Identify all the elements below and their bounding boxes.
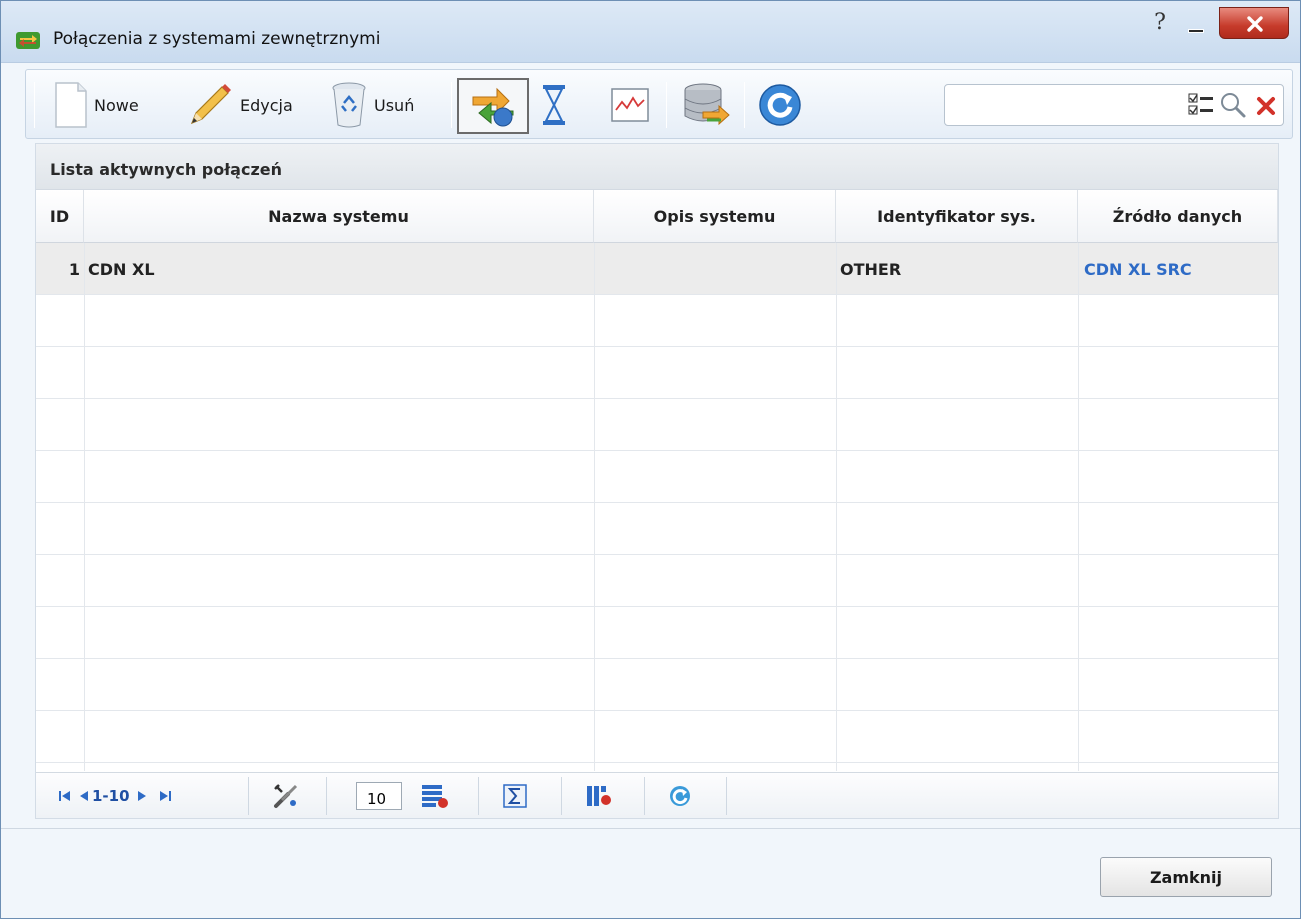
empty-row [36, 503, 1278, 555]
pager-separator [248, 777, 249, 815]
window-close-button[interactable] [1219, 7, 1289, 39]
page-range-label: 1-10 [92, 787, 130, 805]
search-box [944, 84, 1284, 126]
next-page-icon [138, 791, 146, 801]
refresh-button[interactable] [758, 70, 802, 140]
clear-search-icon[interactable] [1255, 95, 1277, 117]
delete-button-label: Usuń [374, 95, 415, 115]
empty-row [36, 399, 1278, 451]
column-divider [836, 243, 837, 771]
columns-icon [587, 786, 611, 806]
edit-button-label: Edycja [240, 95, 293, 115]
refresh-icon [759, 84, 801, 126]
delete-button[interactable]: Usuń [330, 70, 414, 140]
first-page-button[interactable] [58, 773, 72, 819]
close-icon [1247, 16, 1263, 32]
rows-list-icon [422, 785, 448, 808]
footer-divider [1, 828, 1300, 829]
column-header-identifier[interactable]: Identyfikator sys. [836, 190, 1078, 243]
column-header-source[interactable]: Źródło danych [1078, 190, 1278, 243]
search-input[interactable] [951, 91, 1151, 119]
tools-icon [274, 784, 298, 808]
pencil-icon [190, 84, 231, 125]
page-size-control [356, 773, 402, 819]
first-page-icon [59, 791, 70, 801]
page-size-input[interactable] [356, 782, 402, 810]
pager-separator [644, 777, 645, 815]
cell-source-link[interactable]: CDN XL SRC [1084, 243, 1274, 295]
pager-separator [326, 777, 327, 815]
edit-button[interactable]: Edycja [186, 70, 293, 140]
connections-panel: Lista aktywnych połączeń ID Nazwa system… [35, 143, 1279, 819]
monitor-button[interactable] [611, 70, 649, 140]
column-header-name[interactable]: Nazwa systemu [84, 190, 594, 243]
empty-row [36, 659, 1278, 711]
cell-name: CDN XL [88, 259, 155, 279]
empty-row [36, 607, 1278, 659]
cell-id: 1 [68, 259, 80, 279]
column-divider [84, 243, 85, 771]
new-button[interactable]: Nowe [54, 70, 139, 140]
database-button[interactable] [681, 70, 731, 140]
page-size-apply-button[interactable] [420, 773, 450, 819]
table-row[interactable]: 1 CDN XL OTHER CDN XL SRC [36, 243, 1278, 295]
dialog-window: Połączenia z systemami zewnętrznymi ? No… [0, 0, 1301, 919]
toolbar-separator [744, 82, 745, 128]
chart-icon [611, 88, 649, 122]
refresh-small-icon [670, 786, 690, 806]
close-dialog-button[interactable]: Zamknij [1100, 857, 1272, 897]
arrows-exchange-icon [16, 32, 40, 49]
cell-description [598, 243, 834, 295]
new-button-label: Nowe [94, 95, 139, 115]
next-page-button[interactable] [136, 773, 148, 819]
last-page-button[interactable] [158, 773, 172, 819]
window-title: Połączenia z systemami zewnętrznymi [53, 29, 381, 49]
page-range: 1-10 [90, 773, 132, 819]
grid-settings-button[interactable] [272, 773, 300, 819]
previous-page-icon [80, 791, 88, 801]
hourglass-icon [543, 85, 565, 125]
pager-bar: 1-10 [36, 772, 1278, 818]
empty-row [36, 711, 1278, 763]
empty-row [36, 347, 1278, 399]
minimize-icon [1188, 29, 1204, 33]
toolbar: Nowe Edycja Usuń [25, 69, 1293, 139]
minimize-button[interactable] [1183, 13, 1209, 39]
schedule-button[interactable] [541, 70, 567, 140]
cell-identifier: OTHER [840, 259, 902, 279]
previous-page-button[interactable] [78, 773, 90, 819]
grid-refresh-button[interactable] [668, 773, 692, 819]
database-sync-icon [684, 83, 730, 126]
empty-row [36, 451, 1278, 503]
pager-separator [561, 777, 562, 815]
toolbar-separator [451, 82, 452, 128]
connection-sync-icon [472, 87, 514, 127]
pager-separator [478, 777, 479, 815]
column-header-description[interactable]: Opis systemu [594, 190, 836, 243]
recycle-bin-icon [332, 82, 366, 128]
help-button[interactable]: ? [1148, 11, 1172, 35]
empty-row [36, 295, 1278, 347]
column-header-id[interactable]: ID [36, 190, 84, 243]
empty-row [36, 555, 1278, 607]
summary-button[interactable] [503, 773, 527, 819]
toolbar-separator [666, 82, 667, 128]
columns-button[interactable] [586, 773, 612, 819]
connections-button[interactable] [457, 78, 529, 134]
panel-title: Lista aktywnych połączeń [50, 160, 282, 179]
last-page-icon [160, 791, 171, 801]
title-bar[interactable]: Połączenia z systemami zewnętrznymi ? [1, 1, 1300, 63]
sigma-icon [503, 784, 527, 808]
column-divider [1078, 243, 1079, 771]
column-divider [594, 243, 595, 771]
filter-options-icon[interactable] [1187, 92, 1215, 118]
panel-header: Lista aktywnych połączeń [36, 144, 1278, 190]
search-icon[interactable] [1219, 91, 1247, 119]
pager-separator [726, 777, 727, 815]
new-document-icon [55, 82, 87, 128]
toolbar-separator [34, 82, 35, 128]
